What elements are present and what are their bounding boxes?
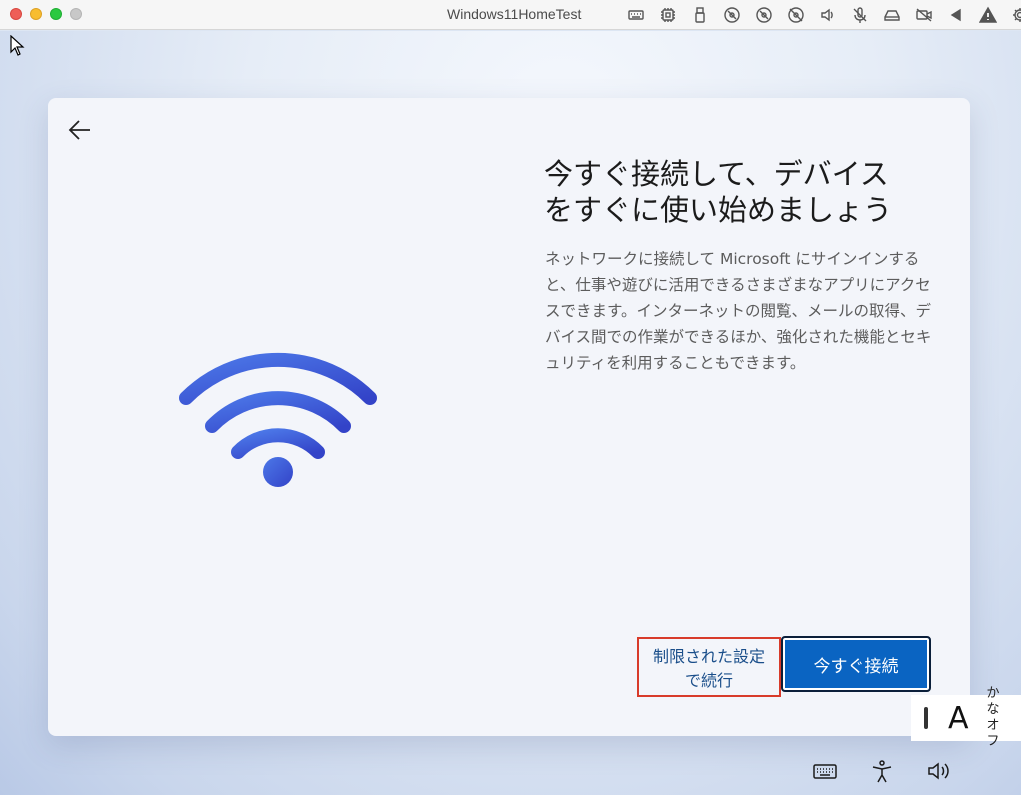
keyboard-icon[interactable] bbox=[620, 5, 652, 25]
ime-kana-status[interactable]: かな オフ bbox=[987, 686, 1011, 750]
oobe-dialog: 今すぐ接続して、デバイス をすぐに使い始めましょう ネットワークに接続して Mi… bbox=[48, 98, 970, 736]
back-arrow-icon bbox=[68, 120, 90, 140]
back-button[interactable] bbox=[66, 116, 96, 146]
drive-icon[interactable] bbox=[876, 5, 908, 25]
mic-off-icon[interactable] bbox=[844, 5, 876, 25]
vm-toolbar bbox=[620, 5, 1021, 25]
connect-now-button[interactable]: 今すぐ接続 bbox=[781, 636, 931, 692]
window-title: Windows11HomeTest bbox=[447, 6, 582, 22]
maximize-window-button[interactable] bbox=[50, 8, 62, 20]
keyboard-icon bbox=[813, 764, 837, 779]
onscreen-keyboard-button[interactable] bbox=[810, 758, 840, 784]
accessibility-button[interactable] bbox=[867, 758, 897, 784]
mouse-cursor-icon bbox=[10, 35, 25, 56]
connect-now-label: 今すぐ接続 bbox=[813, 656, 899, 677]
accessibility-icon bbox=[872, 760, 892, 783]
window-titlebar: Windows11HomeTest bbox=[0, 0, 1021, 30]
volume-button[interactable] bbox=[924, 758, 954, 784]
page-description: ネットワークに接続して Microsoft にサインインすると、仕事や遊びに活用… bbox=[545, 250, 932, 372]
disc-icon[interactable] bbox=[716, 5, 748, 25]
wifi-icon bbox=[179, 352, 377, 487]
ime-indicator[interactable]: A かな オフ bbox=[911, 686, 1021, 749]
cpu-icon[interactable] bbox=[652, 5, 684, 25]
page-title: 今すぐ接続して、デバイス をすぐに使い始めましょう bbox=[544, 157, 893, 227]
fullscreen-button[interactable] bbox=[70, 8, 82, 20]
ime-mode[interactable]: A bbox=[948, 701, 969, 736]
usb-icon[interactable] bbox=[684, 5, 716, 25]
disc2-icon[interactable] bbox=[748, 5, 780, 25]
continue-limited-setup-button[interactable]: 制限された設定 で続行 bbox=[637, 637, 781, 697]
oobe-bottom-toolbar bbox=[810, 758, 954, 784]
warning-icon[interactable] bbox=[972, 5, 1004, 25]
ime-handle[interactable] bbox=[924, 707, 928, 729]
volume-icon bbox=[928, 762, 949, 780]
camera-off-icon[interactable] bbox=[908, 5, 940, 25]
play-back-icon[interactable] bbox=[940, 5, 972, 25]
disc-off-icon[interactable] bbox=[780, 5, 812, 25]
gear-icon[interactable] bbox=[1004, 5, 1021, 25]
close-window-button[interactable] bbox=[10, 8, 22, 20]
minimize-window-button[interactable] bbox=[30, 8, 42, 20]
speaker-icon[interactable] bbox=[812, 5, 844, 25]
continue-limited-label: 制限された設定 で続行 bbox=[652, 647, 765, 690]
